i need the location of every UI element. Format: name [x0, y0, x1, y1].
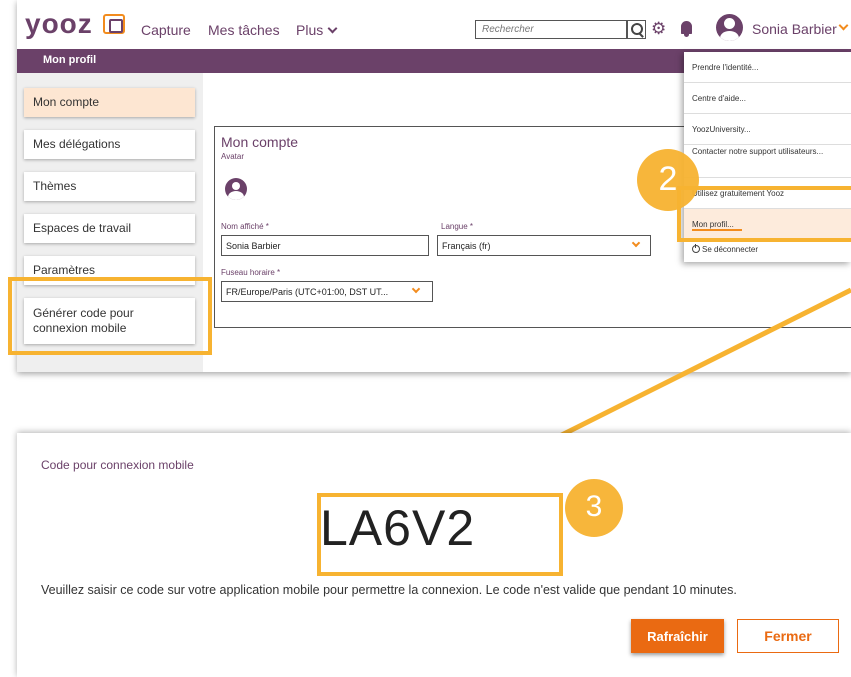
display-name-field[interactable]: Sonia Barbier — [221, 235, 429, 256]
sidebar-item-mes-delegations[interactable]: Mes délégations — [24, 130, 195, 159]
timezone-label: Fuseau horaire * — [221, 268, 281, 277]
gear-icon[interactable]: ⚙ — [651, 20, 666, 38]
step-3-badge: 3 — [565, 479, 623, 537]
dialog-title: Code pour connexion mobile — [41, 458, 194, 472]
nav-mes-taches[interactable]: Mes tâches — [208, 22, 280, 38]
sidebar-item-mon-compte[interactable]: Mon compte — [24, 88, 195, 117]
close-button[interactable]: Fermer — [737, 619, 839, 653]
chevron-down-icon[interactable] — [838, 20, 849, 31]
language-select[interactable]: Français (fr) — [437, 235, 651, 256]
highlight-code — [317, 493, 563, 576]
yooz-logo-icon — [103, 14, 125, 34]
step-2-badge: 2 — [637, 149, 699, 211]
menu-item-centre-aide[interactable]: Centre d'aide... — [684, 83, 851, 114]
refresh-button[interactable]: Rafraîchir — [631, 619, 724, 653]
nav-plus[interactable]: Plus — [296, 22, 338, 38]
sidebar-item-themes[interactable]: Thèmes — [24, 172, 195, 201]
timezone-select[interactable]: FR/Europe/Paris (UTC+01:00, DST UT... — [221, 281, 433, 302]
bell-icon[interactable] — [681, 21, 692, 37]
account-title: Mon compte — [221, 134, 299, 150]
menu-item-yooz-university[interactable]: YoozUniversity... — [684, 114, 851, 145]
mobile-code-description: Veuillez saisir ce code sur votre applic… — [41, 583, 737, 597]
chevron-down-icon — [327, 23, 338, 34]
power-icon — [692, 244, 700, 253]
avatar-icon[interactable] — [225, 178, 247, 200]
search-input[interactable]: Rechercher — [475, 20, 627, 39]
menu-item-contacter-support-label: Contacter notre support utilisateurs... — [692, 147, 824, 156]
menu-item-se-deconnecter-label: Se déconnecter — [702, 245, 759, 254]
avatar-label: Avatar — [221, 152, 244, 161]
language-label: Langue * — [441, 222, 474, 231]
user-name[interactable]: Sonia Barbier — [752, 21, 837, 37]
nav-capture[interactable]: Capture — [141, 22, 191, 38]
menu-item-prendre-identite[interactable]: Prendre l'identité... — [684, 52, 851, 83]
user-avatar-icon[interactable] — [716, 14, 743, 41]
highlight-generer-code — [8, 277, 212, 355]
search-icon[interactable] — [627, 20, 646, 39]
page-title: Mon profil — [43, 54, 97, 66]
yooz-logo[interactable]: yooz — [25, 10, 93, 38]
highlight-mon-profil — [677, 186, 851, 242]
nav-plus-label: Plus — [296, 22, 324, 38]
menu-item-contacter-support[interactable]: Contacter notre support utilisateurs... — [684, 145, 851, 178]
display-name-label: Nom affiché * — [221, 222, 269, 231]
sidebar-item-espaces-de-travail[interactable]: Espaces de travail — [24, 214, 195, 243]
top-navigation: yooz Capture Mes tâches Plus Rechercher … — [17, 0, 851, 48]
menu-item-se-deconnecter[interactable]: Se déconnecter — [684, 240, 851, 271]
